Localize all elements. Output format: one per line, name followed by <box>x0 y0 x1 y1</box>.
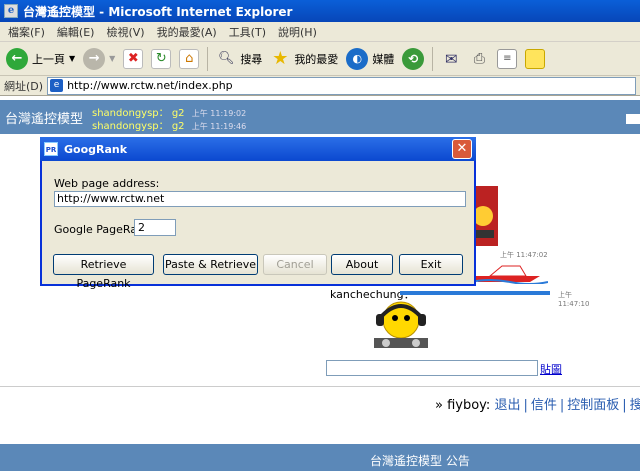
print-icon[interactable]: ⎙ <box>469 49 489 69</box>
chat-time: 上午 11:47:10 <box>558 291 590 308</box>
menu-help[interactable]: 說明(H) <box>278 24 317 40</box>
web-address-input[interactable]: http://www.rctw.net <box>54 191 466 207</box>
edit-icon[interactable]: ≡ <box>497 48 518 69</box>
pr-icon: PR <box>44 142 58 156</box>
menu-favorites[interactable]: 我的最愛(A) <box>157 24 217 40</box>
retrieve-pagerank-button[interactable]: Retrieve PageRank <box>53 254 154 290</box>
cancel-button[interactable]: Cancel <box>263 254 327 275</box>
close-icon[interactable]: ✕ <box>452 139 472 159</box>
post-image-link[interactable]: 貼圖 <box>540 361 562 377</box>
about-button[interactable]: About <box>331 254 393 275</box>
chat-text: g2 <box>171 121 185 132</box>
toolbar-separator <box>207 46 209 71</box>
dialog-titlebar[interactable]: PR GoogRank ✕ <box>40 137 476 161</box>
divider-image <box>400 291 550 295</box>
chat-time: 上午 11:19:46 <box>191 122 247 131</box>
chevron-down-icon: ▼ <box>69 54 76 63</box>
menu-file[interactable]: 檔案(F) <box>8 24 45 40</box>
paste-retrieve-button[interactable]: Paste & Retrieve <box>163 254 258 275</box>
search-button[interactable]: 🔍︎ 搜尋 <box>216 49 262 69</box>
forward-arrow-icon: → <box>83 47 106 70</box>
control-panel-link[interactable]: 控制面板 <box>567 398 619 413</box>
menu-tools[interactable]: 工具(T) <box>229 24 266 40</box>
mail-link[interactable]: 信件 <box>531 398 557 413</box>
toolbar-separator <box>432 46 434 71</box>
back-arrow-icon: ← <box>6 47 28 70</box>
refresh-icon[interactable]: ↻ <box>151 48 172 69</box>
browser-toolbar: ← 上一頁 ▼ → ▼ ✖ ↻ ⌂ 🔍︎ 搜尋 ★ 我的最愛 ◐ 媒體 ⟲ ✉ … <box>0 42 640 76</box>
logout-link[interactable]: 退出 <box>494 398 520 413</box>
home-icon[interactable]: ⌂ <box>179 48 200 69</box>
boat-image <box>470 265 548 284</box>
site-banner[interactable]: 台灣遙控模型 <box>0 100 88 134</box>
address-field-label: Web page address: <box>54 177 160 190</box>
address-label: 網址(D) <box>4 79 44 93</box>
page-icon: e <box>50 79 64 92</box>
address-url: http://www.rctw.net/index.php <box>67 79 233 92</box>
back-button[interactable]: ← 上一頁 ▼ <box>6 47 76 70</box>
ie-icon: e <box>4 4 18 18</box>
star-icon: ★ <box>272 48 289 69</box>
googrank-dialog: PR GoogRank ✕ Web page address: http://w… <box>40 137 476 290</box>
chat-time: 上午 11:47:02 <box>500 251 548 259</box>
search-icon: 🔍︎ <box>218 51 235 66</box>
search-link[interactable]: 搜 <box>630 398 640 413</box>
user-nav: » fiyboy: 退出 | 信件 | 控制面板 | 搜 <box>435 394 640 413</box>
announcement-header <box>0 444 640 471</box>
announcement-title: 台灣遙控模型 公告 <box>370 454 470 468</box>
exit-button[interactable]: Exit <box>399 254 463 275</box>
media-label: 媒體 <box>372 52 395 66</box>
back-label: 上一頁 <box>32 52 65 66</box>
mail-icon[interactable]: ✉ <box>441 49 461 69</box>
favorites-label: 我的最愛 <box>294 52 339 66</box>
chat-user[interactable]: shandongysp： <box>92 121 169 132</box>
menu-view[interactable]: 檢視(V) <box>106 24 144 40</box>
favorites-button[interactable]: ★ 我的最愛 <box>270 48 339 69</box>
media-icon: ◐ <box>346 47 369 70</box>
window-titlebar: e 台灣遙控模型 - Microsoft Internet Explorer <box>0 0 640 22</box>
user-greeting: » fiyboy: <box>435 398 491 413</box>
chat-strip: shandongysp： g2 上午 11:19:02 shandongysp：… <box>88 100 640 134</box>
chat-input[interactable] <box>326 360 538 376</box>
stop-icon[interactable]: ✖ <box>123 48 144 69</box>
menu-bar: 檔案(F) 編輯(E) 檢視(V) 我的最愛(A) 工具(T) 說明(H) <box>0 22 640 42</box>
history-icon[interactable]: ⟲ <box>402 47 425 70</box>
note-icon[interactable] <box>525 48 546 69</box>
menu-edit[interactable]: 編輯(E) <box>57 24 95 40</box>
forward-button[interactable]: → ▼ <box>83 47 116 70</box>
strip-marker <box>626 114 640 124</box>
dj-emoticon <box>374 301 428 348</box>
address-input[interactable]: e http://www.rctw.net/index.php <box>47 76 636 95</box>
dialog-title: GoogRank <box>64 142 128 156</box>
media-button[interactable]: ◐ 媒體 <box>346 47 395 70</box>
address-bar: 網址(D) e http://www.rctw.net/index.php <box>0 76 640 96</box>
divider <box>0 386 640 387</box>
chevron-down-icon: ▼ <box>109 54 116 63</box>
search-label: 搜尋 <box>240 52 263 66</box>
window-title: 台灣遙控模型 - Microsoft Internet Explorer <box>23 4 293 19</box>
pagerank-field[interactable]: 2 <box>134 219 176 236</box>
chat-message: shandongysp： g2 上午 11:19:46 <box>92 117 246 132</box>
